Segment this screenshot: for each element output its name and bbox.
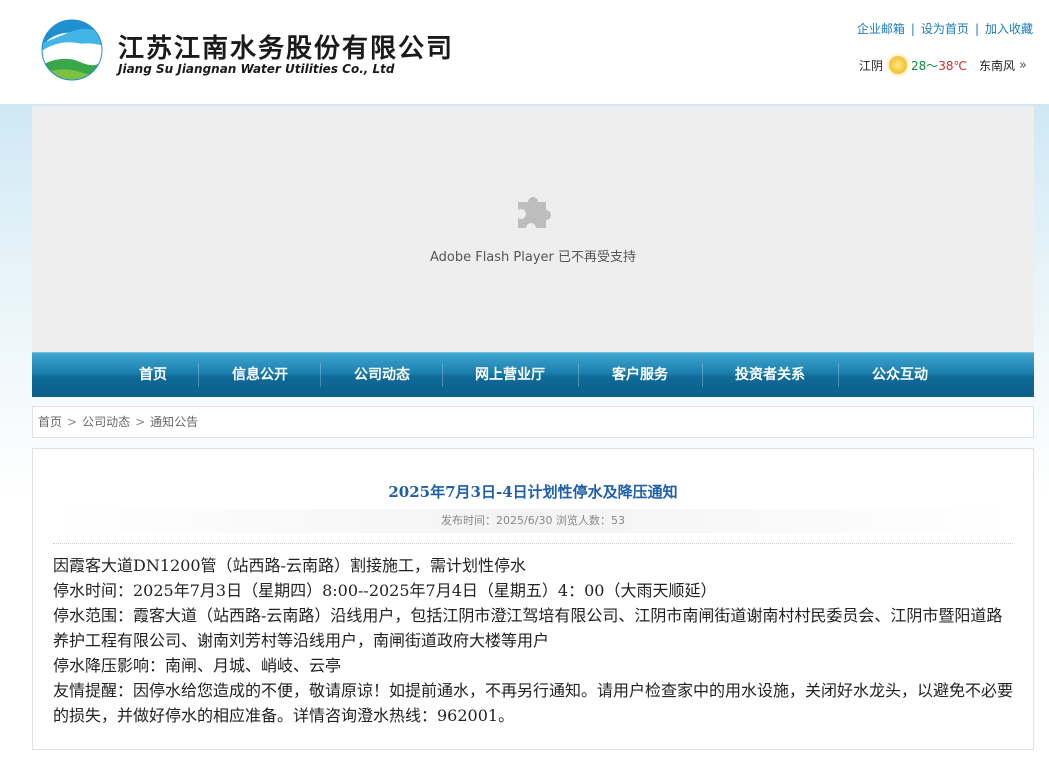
weather-more-icon[interactable]: » bbox=[1019, 58, 1027, 73]
article-panel: 2025年7月3日-4日计划性停水及降压通知 发布时间：2025/6/30 浏览… bbox=[32, 448, 1034, 750]
nav-divider bbox=[198, 363, 199, 387]
company-name-en: Jiang Su Jiangnan Water Utilities Co., L… bbox=[118, 62, 395, 76]
top-links: 企业邮箱 | 设为首页 | 加入收藏 bbox=[857, 20, 1033, 37]
nav-investor-relations[interactable]: 投资者关系 bbox=[704, 353, 836, 397]
weather-widget: 江阴 28～38℃ 东南风 » bbox=[859, 56, 1027, 74]
nav-divider bbox=[442, 363, 443, 387]
nav-online-service-hall[interactable]: 网上营业厅 bbox=[444, 353, 576, 397]
weather-temperature: 28～38℃ bbox=[911, 57, 967, 74]
breadcrumb-notices[interactable]: 通知公告 bbox=[150, 415, 198, 429]
main-navigation: 首页 信息公开 公司动态 网上营业厅 客户服务 投资者关系 公众互动 bbox=[32, 352, 1034, 397]
article-paragraph: 因霞客大道DN1200管（站西路-云南路）割接施工，需计划性停水 bbox=[53, 556, 526, 575]
article-divider bbox=[53, 543, 1013, 544]
nav-info-disclosure[interactable]: 信息公开 bbox=[200, 353, 320, 397]
link-separator: | bbox=[974, 22, 979, 36]
nav-divider bbox=[838, 363, 839, 387]
article-paragraph: 停水范围：霞客大道（站西路-云南路）沿线用户，包括江阴市澄江驾培有限公司、江阴市… bbox=[53, 606, 1003, 650]
company-name-cn: 江苏江南水务股份有限公司 bbox=[118, 34, 455, 64]
article-paragraph: 停水时间：2025年7月3日（星期四）8:00--2025年7月4日（星期五）4… bbox=[53, 581, 717, 600]
article-title: 2025年7月3日-4日计划性停水及降压通知 bbox=[388, 483, 678, 501]
weather-city: 江阴 bbox=[858, 58, 883, 73]
puzzle-piece-icon bbox=[518, 197, 551, 228]
link-separator: | bbox=[910, 22, 915, 36]
weather-wind: 东南风 bbox=[979, 58, 1016, 73]
set-homepage-link[interactable]: 设为首页 bbox=[921, 22, 969, 36]
nav-divider bbox=[702, 363, 703, 387]
breadcrumb: 首页 > 公司动态 > 通知公告 bbox=[32, 406, 1034, 438]
article-body: 因霞客大道DN1200管（站西路-云南路）割接施工，需计划性停水 停水时间：20… bbox=[53, 553, 1013, 728]
nav-customer-service[interactable]: 客户服务 bbox=[580, 353, 700, 397]
article-paragraph: 友情提醒：因停水给您造成的不便，敬请原谅！如提前通水，不再另行通知。请用户检查家… bbox=[53, 681, 1014, 725]
temp-high: 38℃ bbox=[938, 58, 968, 73]
article-paragraph: 停水降压影响：南闸、月城、峭岐、云亭 bbox=[53, 656, 342, 675]
corporate-mail-link[interactable]: 企业邮箱 bbox=[857, 22, 905, 36]
nav-divider bbox=[320, 363, 321, 387]
breadcrumb-company-news[interactable]: 公司动态 bbox=[82, 415, 130, 429]
article-meta: 发布时间：2025/6/30 浏览人数：53 bbox=[53, 509, 1013, 533]
nav-divider bbox=[578, 363, 579, 387]
add-favorite-link[interactable]: 加入收藏 bbox=[985, 22, 1033, 36]
nav-public-interaction[interactable]: 公众互动 bbox=[840, 353, 960, 397]
flash-banner-placeholder: Adobe Flash Player 已不再受支持 bbox=[32, 106, 1034, 352]
breadcrumb-separator-icon: > bbox=[135, 415, 146, 429]
breadcrumb-home[interactable]: 首页 bbox=[38, 415, 62, 429]
breadcrumb-separator-icon: > bbox=[67, 415, 78, 429]
flash-unsupported-message: Adobe Flash Player 已不再受支持 bbox=[429, 250, 637, 265]
nav-home[interactable]: 首页 bbox=[110, 353, 196, 397]
nav-company-news[interactable]: 公司动态 bbox=[322, 353, 442, 397]
sunny-weather-icon bbox=[888, 56, 907, 74]
temp-range-separator: ～ bbox=[926, 58, 939, 73]
site-header: 江苏江南水务股份有限公司 Jiang Su Jiangnan Water Uti… bbox=[0, 0, 1049, 104]
temp-low: 28 bbox=[910, 58, 927, 73]
company-logo bbox=[41, 19, 103, 81]
